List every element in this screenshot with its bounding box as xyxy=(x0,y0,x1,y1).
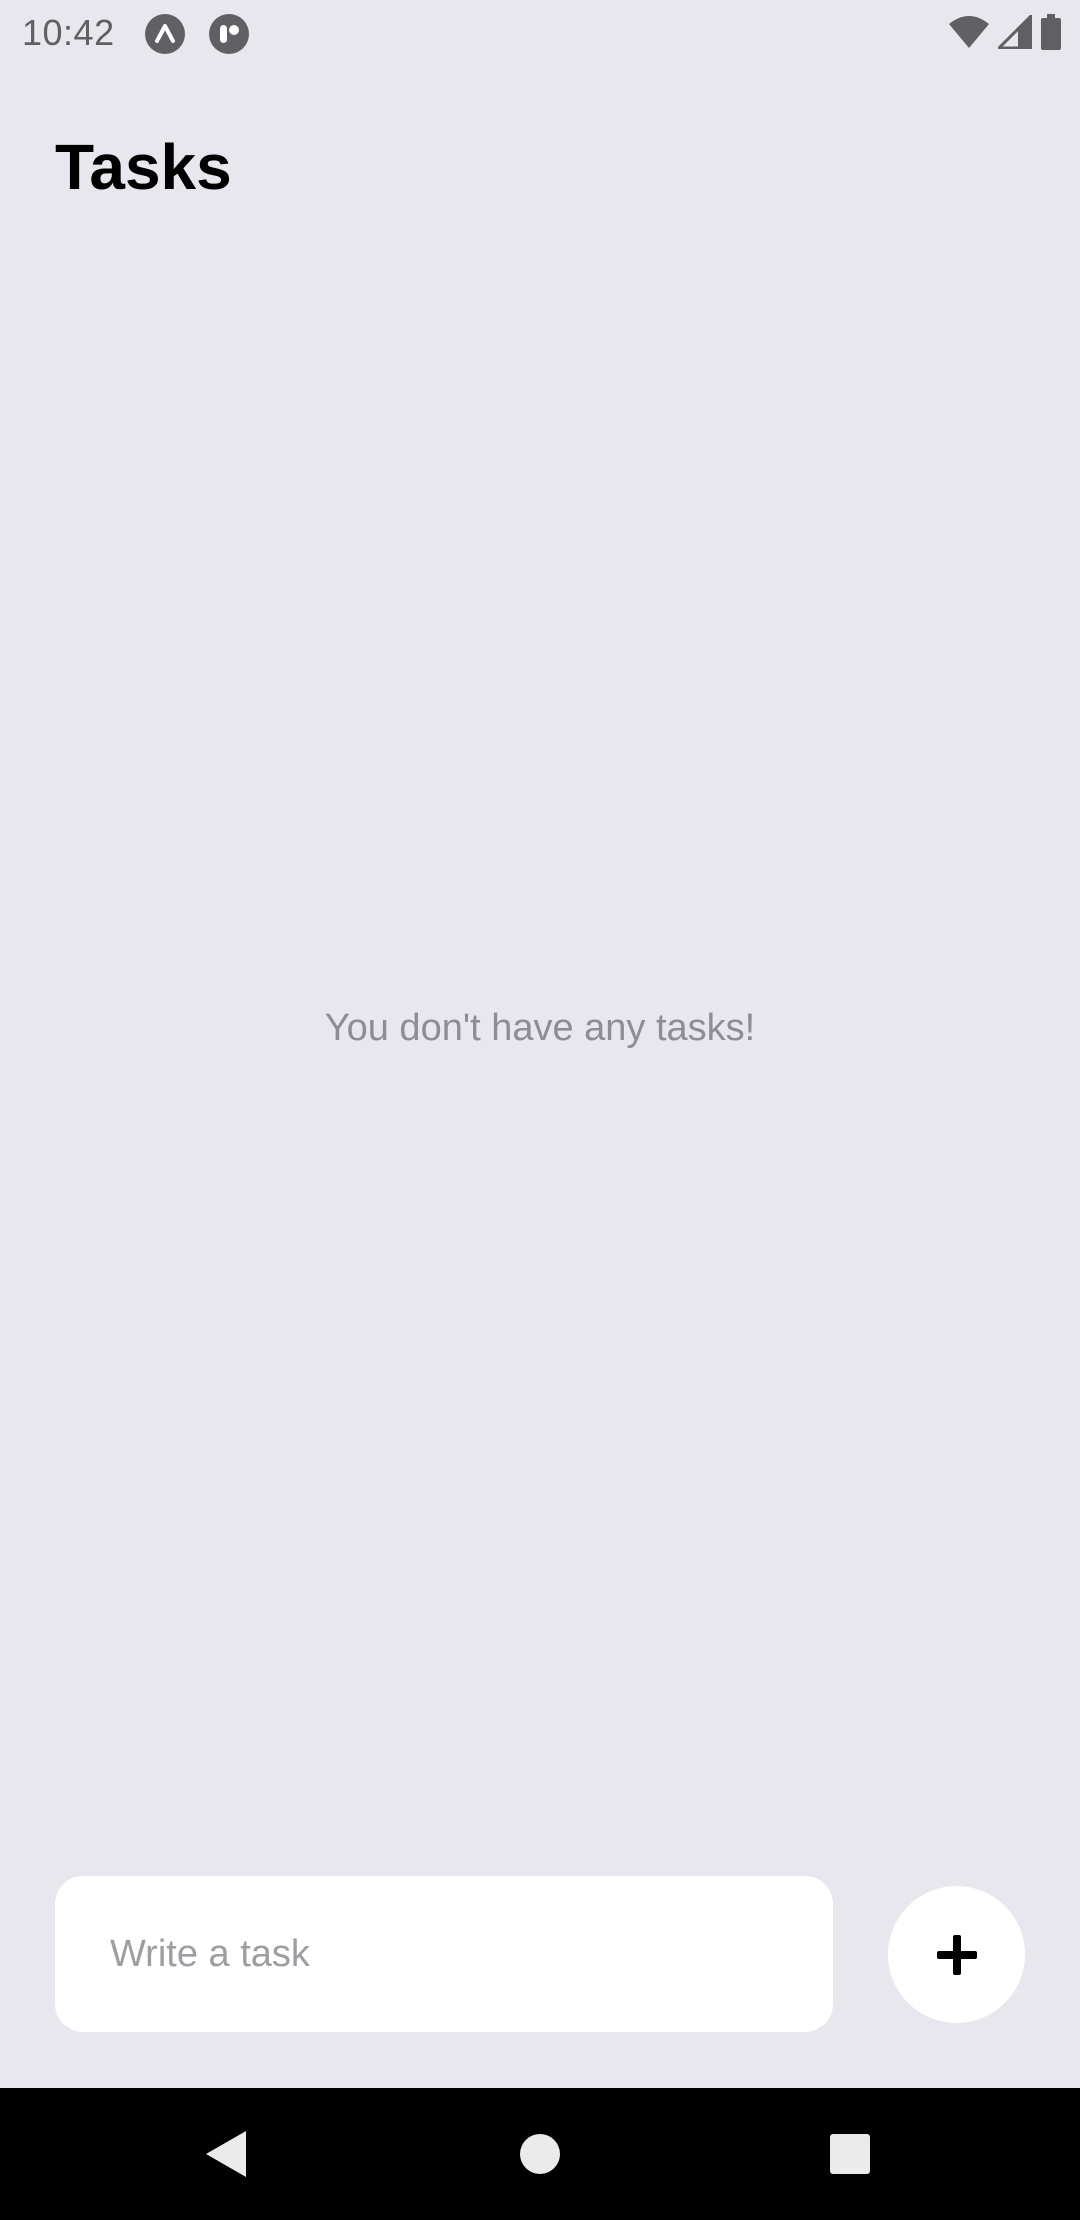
task-input[interactable] xyxy=(55,1876,833,2032)
battery-icon xyxy=(1040,13,1062,55)
back-button[interactable] xyxy=(166,2088,286,2220)
wifi-icon xyxy=(948,15,990,54)
expo-icon xyxy=(145,14,185,54)
back-icon xyxy=(204,2129,248,2179)
screen: 10:42 Tasks You don't have any tasks! Wr… xyxy=(0,0,1080,2220)
plus-icon xyxy=(935,1933,979,1977)
recents-icon xyxy=(829,2133,871,2175)
page-title: Tasks xyxy=(55,131,232,203)
expo-go-icon xyxy=(209,14,249,54)
status-time: 10:42 xyxy=(22,12,115,53)
home-button[interactable] xyxy=(480,2088,600,2220)
empty-state-message: You don't have any tasks! xyxy=(324,1007,756,1049)
home-icon xyxy=(519,2133,561,2175)
status-indicators xyxy=(948,11,1062,55)
recents-button[interactable] xyxy=(790,2088,910,2220)
system-navigation-bar xyxy=(0,2088,1080,2220)
status-bar: 10:42 xyxy=(0,0,1080,66)
cellular-signal-icon xyxy=(995,11,1033,54)
add-task-button[interactable] xyxy=(888,1886,1025,2023)
